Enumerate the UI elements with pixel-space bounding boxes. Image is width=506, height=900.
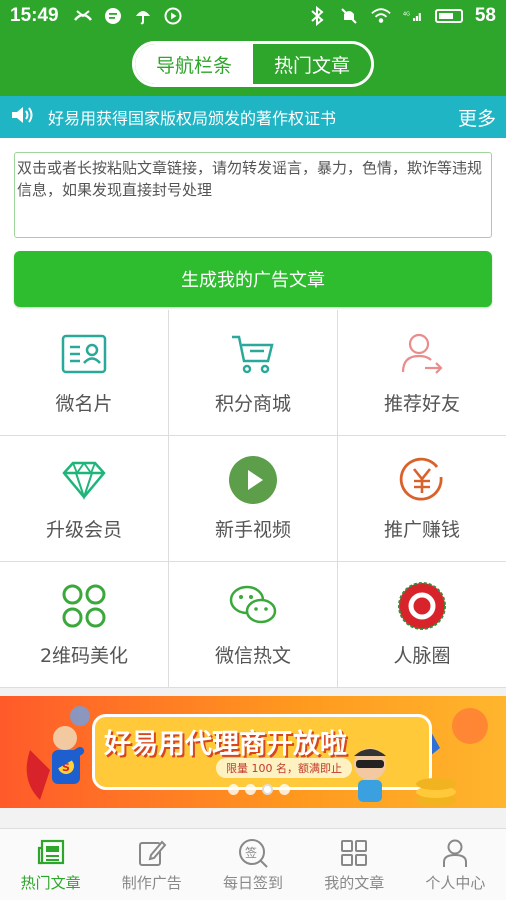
grid-item-label: 升级会员 [45,519,122,541]
status-time: 15:49 [10,5,59,26]
grid-item-points-mall[interactable]: 积分商城 [169,310,337,435]
banner-dot[interactable] [279,784,290,795]
wechat-icon [228,581,278,631]
grid-icon [338,837,370,869]
battery-icon [434,9,463,23]
shopping-cart-icon [228,329,278,379]
cartoon-character-icon [354,748,386,802]
system-icons: 4G 58 [307,5,496,27]
notification-icons [73,6,183,26]
notice-text[interactable]: 好易用获得国家版权局颁发的著作权证书 [48,105,458,129]
grid-item-wechat-hot[interactable]: 微信热文 [169,562,337,687]
banner-title: 好易用代理商开放啦 [104,729,347,760]
coins-icon [416,778,456,806]
article-link-input[interactable] [14,152,492,238]
banner-subtitle: 限量 100 名，额满即止 [216,758,352,778]
tab-label: 制作广告 [121,873,182,892]
status-bar: 15:49 4G 58 [0,0,506,32]
tab-hot-articles-bottom[interactable]: 热门文章 [0,829,101,900]
battery-level: 58 [474,5,496,26]
tab-personal-center[interactable]: 个人中心 [405,829,506,900]
yen-coin-icon [397,455,447,505]
svg-text:4G: 4G [403,11,410,17]
svg-text:签: 签 [245,845,257,860]
grid-item-label: 新手视频 [214,519,291,541]
newspaper-icon [35,837,67,869]
tab-label: 个人中心 [425,873,486,892]
header: 导航栏条 热门文章 [0,32,506,96]
tab-my-articles[interactable]: 我的文章 [304,829,405,900]
edit-icon [136,837,168,869]
tab-label: 我的文章 [324,873,385,892]
generate-ad-article-button[interactable]: 生成我的广告文章 [14,251,492,307]
grid-item-newbie-video[interactable]: 新手视频 [169,436,337,561]
promo-banner[interactable]: 好易用代理商开放啦 限量 100 名，额满即止 S [0,696,506,808]
notice-more-link[interactable]: 更多 [458,104,496,131]
diamond-icon [59,455,109,505]
notice-bar[interactable]: 好易用获得国家版权局颁发的著作权证书 更多 [0,96,506,138]
user-share-icon [397,329,447,379]
grid-item-promote-earn[interactable]: 推广赚钱 [338,436,506,561]
banner-dot[interactable] [228,784,239,795]
bluetooth-icon [307,6,327,26]
tab-label: 热门文章 [20,873,81,892]
ring-icon [397,581,447,631]
sign-in-icon: 签 [237,837,269,869]
article-input-section: 生成我的广告文章 [0,138,506,310]
play-icon [228,455,278,505]
grid-item-label: 微信热文 [214,645,291,667]
missed-call-icon [73,6,93,26]
grid-item-name-card[interactable]: 微名片 [0,310,168,435]
banner-dot[interactable] [245,784,256,795]
feature-grid: 微名片 积分商城 推荐好友 升级会员 新手视频 推广赚钱 2维码美化 微信热文 … [0,310,506,688]
message-icon [103,6,123,26]
grid-item-label: 人脉圈 [393,645,451,667]
header-segment: 导航栏条 热门文章 [132,41,374,87]
name-card-icon [59,329,109,379]
tab-hot-articles[interactable]: 热门文章 [253,44,371,84]
clover-icon [59,581,109,631]
grid-item-upgrade-member[interactable]: 升级会员 [0,436,168,561]
grid-item-label: 推广赚钱 [383,519,460,541]
tab-daily-signin[interactable]: 签 每日签到 [202,829,303,900]
grid-item-label: 微名片 [55,393,113,415]
tab-label: 每日签到 [223,873,284,892]
person-icon [439,837,471,869]
grid-item-contacts-circle[interactable]: 人脉圈 [338,562,506,687]
banner-dot-active[interactable] [262,784,273,795]
tab-nav-bar[interactable]: 导航栏条 [135,44,253,84]
tab-make-ad[interactable]: 制作广告 [101,829,202,900]
signal-icon: 4G [403,6,423,26]
grid-item-qrcode-beautify[interactable]: 2维码美化 [0,562,168,687]
banner-pagination [228,784,290,795]
grid-item-label: 推荐好友 [383,393,460,415]
play-circle-icon [163,6,183,26]
speaker-icon [10,104,36,130]
grid-item-label: 积分商城 [214,393,291,415]
bottom-tab-bar: 热门文章 制作广告 签 每日签到 我的文章 个人中心 [0,828,506,900]
grid-item-recommend-friends[interactable]: 推荐好友 [338,310,506,435]
wifi-icon [371,6,391,26]
mute-icon [339,6,359,26]
umbrella-icon [133,6,153,26]
grid-item-label: 2维码美化 [39,645,129,667]
superhero-icon: S [26,726,85,800]
